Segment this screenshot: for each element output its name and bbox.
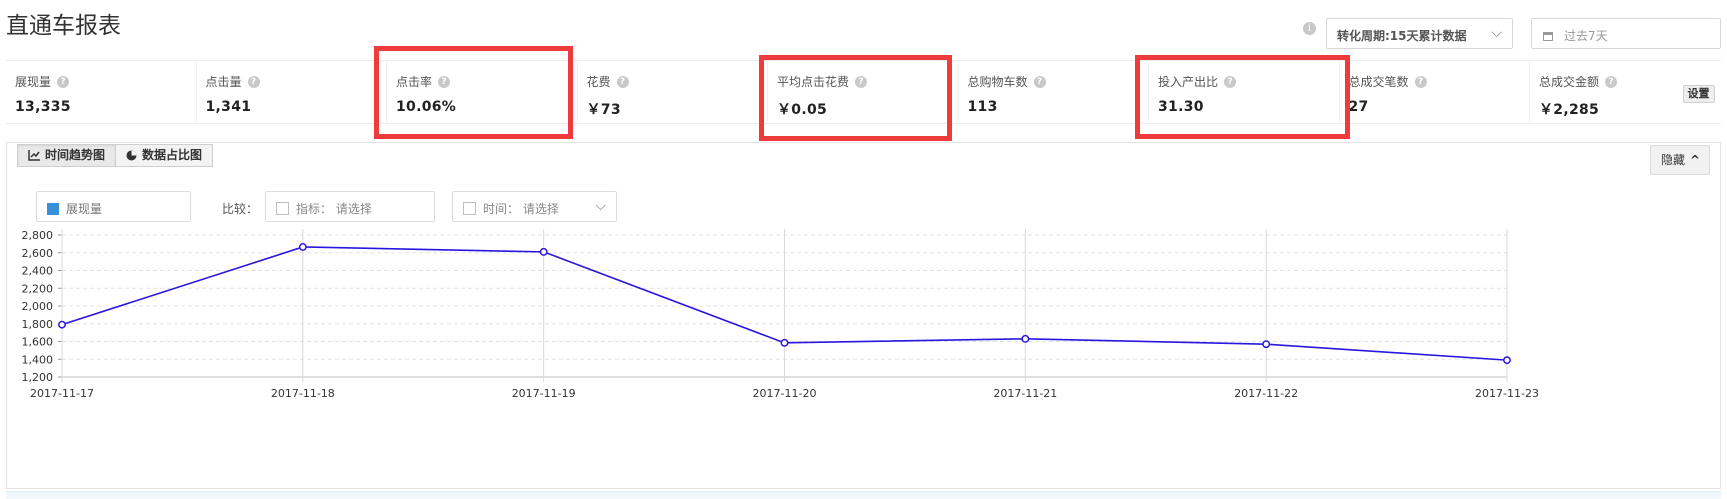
metric-value: 27 <box>1348 99 1369 115</box>
help-icon[interactable]: ? <box>1224 75 1237 88</box>
data-point <box>1262 340 1271 349</box>
metric-label: 总成交笔数 <box>1348 75 1409 89</box>
page: 直通车报表 i 转化周期:15天累计数据 ⌵ 过去7天 展现量? 13,335 … <box>0 0 1727 499</box>
y-tick-label: 1,800 <box>22 318 54 331</box>
metric-label: 花费 <box>586 75 611 89</box>
impressions-line-chart: 1,200 1,400 1,600 1,800 2,000 2,200 2,400 2,600… <box>22 229 1539 400</box>
y-tick-label: 2,000 <box>22 300 54 313</box>
y-tick-label: 2,800 <box>22 229 54 242</box>
metric-cart-adds[interactable]: 总购物车数? 113 <box>959 61 1149 123</box>
metric-label: 点击率 <box>396 75 433 89</box>
metric-orders[interactable]: 总成交笔数? 27 <box>1340 61 1530 123</box>
metric-label: 总成交金额 <box>1539 75 1600 89</box>
y-tick-label: 2,200 <box>22 282 54 295</box>
x-tick-label: 2017-11-23 <box>1475 387 1539 400</box>
help-icon[interactable]: ? <box>1414 75 1427 88</box>
data-point <box>780 338 789 347</box>
y-tick-label: 2,400 <box>22 265 54 278</box>
metric-label: 投入产出比 <box>1158 75 1219 89</box>
metric-value: ￥0.05 <box>777 102 828 118</box>
metric-label: 平均点击花费 <box>777 75 850 89</box>
metric-value: 13,335 <box>15 99 71 115</box>
date-range-placeholder: 过去7天 <box>1564 29 1608 43</box>
metric-clicks[interactable]: 点击量? 1,341 <box>197 61 387 123</box>
metric-revenue[interactable]: 总成交金额? ￥2,285 设置 <box>1530 61 1721 123</box>
y-tick-label: 1,600 <box>22 336 54 349</box>
metric-label: 展现量 <box>15 75 52 89</box>
metric-avg-cpc[interactable]: 平均点击花费? ￥0.05 <box>768 61 959 123</box>
metrics-strip: 展现量? 13,335 点击量? 1,341 点击率? 10.06% 花费? ￥… <box>6 60 1721 124</box>
metric-roi[interactable]: 投入产出比? 31.30 <box>1149 61 1340 123</box>
chevron-down-icon: ⌵ <box>1491 25 1502 41</box>
data-point <box>1503 356 1511 365</box>
metric-label: 点击量 <box>205 75 242 89</box>
metric-ctr[interactable]: 点击率? 10.06% <box>387 61 578 123</box>
x-tick-label: 2017-11-22 <box>1234 387 1298 400</box>
metric-value: 113 <box>967 99 998 115</box>
data-point <box>298 243 307 251</box>
data-point <box>58 320 66 329</box>
metric-impressions[interactable]: 展现量? 13,335 <box>6 61 197 123</box>
help-icon[interactable]: ? <box>438 75 451 88</box>
metric-label: 总购物车数 <box>967 75 1028 89</box>
y-tick-label: 1,400 <box>22 353 54 366</box>
help-icon[interactable]: ? <box>247 75 260 88</box>
x-tick-label: 2017-11-20 <box>753 387 817 400</box>
chart-panel: 时间趋势图 数据占比图 隐藏 ^ 展现量 比较： 指标： 请选择 时间： 请选择… <box>6 142 1721 489</box>
x-tick-label: 2017-11-17 <box>30 387 94 400</box>
conversion-period-label: 转化周期:15天累计数据 <box>1337 29 1467 43</box>
help-icon[interactable]: ? <box>1605 75 1618 88</box>
metric-value: 31.30 <box>1158 99 1204 115</box>
x-tick-label: 2017-11-19 <box>512 387 576 400</box>
y-tick-label: 2,600 <box>22 247 54 260</box>
help-icon[interactable]: ? <box>57 75 70 88</box>
data-point <box>539 247 548 256</box>
info-icon[interactable]: i <box>1303 22 1316 35</box>
metric-cost[interactable]: 花费? ￥73 <box>578 61 768 123</box>
date-range-picker[interactable]: 过去7天 <box>1531 18 1721 49</box>
page-title: 直通车报表 <box>6 13 121 39</box>
metric-value: 10.06% <box>396 99 457 115</box>
help-icon[interactable]: ? <box>616 75 629 88</box>
bottom-strip <box>6 491 1721 499</box>
x-tick-label: 2017-11-21 <box>993 387 1057 400</box>
help-icon[interactable]: ? <box>1033 75 1046 88</box>
data-point <box>1021 334 1030 343</box>
conversion-period-select[interactable]: 转化周期:15天累计数据 ⌵ <box>1326 18 1513 49</box>
metric-value: ￥73 <box>586 102 621 118</box>
calendar-icon <box>1543 32 1553 41</box>
y-tick-label: 1,200 <box>22 371 54 384</box>
x-tick-label: 2017-11-18 <box>271 387 335 400</box>
settings-button[interactable]: 设置 <box>1682 85 1715 103</box>
metric-value: 1,341 <box>205 99 252 115</box>
help-icon[interactable]: ? <box>855 75 868 88</box>
